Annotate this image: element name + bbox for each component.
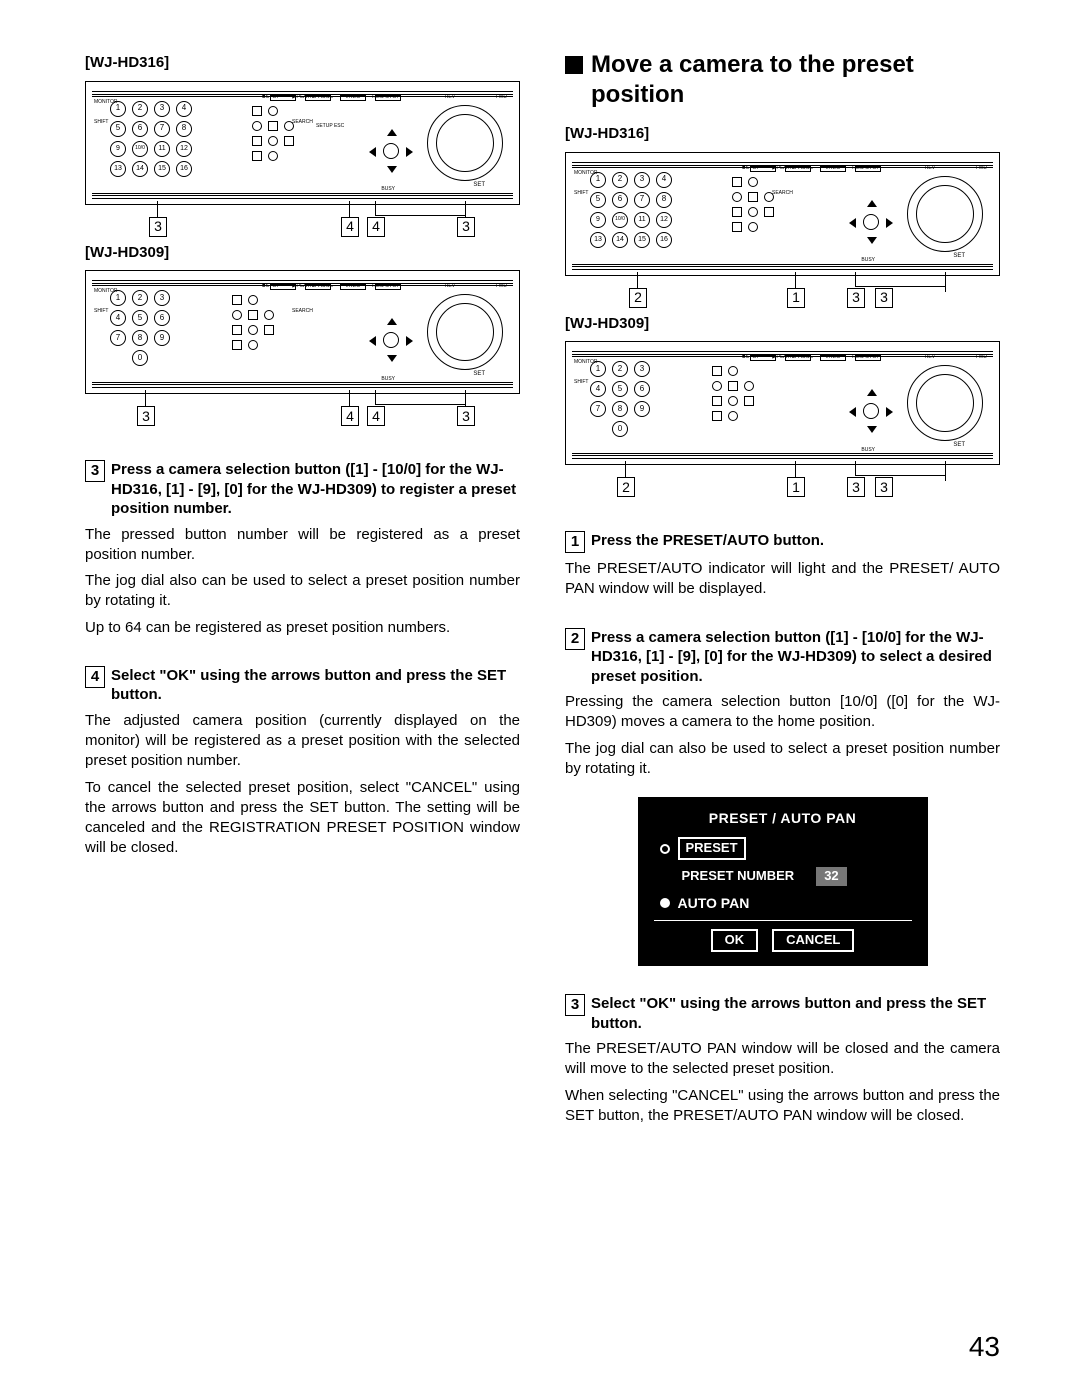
- lbl-set: SET: [473, 182, 485, 190]
- body-text: The jog dial can also be used to select …: [565, 739, 1000, 780]
- step-title: Press a camera selection button ([1] - […: [591, 628, 1000, 687]
- body-text: The PRESET/AUTO PAN window will be close…: [565, 1039, 1000, 1080]
- model-label-316: [WJ-HD316]: [85, 53, 520, 73]
- camera-buttons-309: 123 456 789 0: [110, 290, 170, 366]
- callouts-316-left: 3 4 4 3: [85, 201, 520, 237]
- radio-empty-icon: [660, 844, 670, 854]
- section-heading: Move a camera to the preset position: [565, 50, 1000, 110]
- left-column: [WJ-HD316] ■STOP ▶PLAY/■PAUSE ●REC REC S…: [85, 50, 520, 1126]
- front-panel-316: ■STOP ▶PLAY/■PAUSE ●REC REC STOP MONITOR…: [85, 81, 520, 205]
- osd-preset-number-value: 32: [816, 867, 846, 886]
- step3-right-heading: 3 Select "OK" using the arrows button an…: [565, 994, 1000, 1033]
- step-title: Press a camera selection button ([1] - […: [111, 460, 520, 519]
- step-number: 3: [565, 994, 585, 1016]
- model-label-309-r: [WJ-HD309]: [565, 314, 1000, 334]
- step-title: Select "OK" using the arrows button and …: [591, 994, 1000, 1033]
- step1-right-heading: 1 Press the PRESET/AUTO button.: [565, 531, 1000, 553]
- body-text: The adjusted camera position (currently …: [85, 711, 520, 772]
- body-text: The pressed button number will be regist…: [85, 525, 520, 566]
- lbl-shift: SHIFT: [94, 119, 108, 126]
- lbl-rev: REV: [445, 94, 455, 101]
- step2-right-heading: 2 Press a camera selection button ([1] -…: [565, 628, 1000, 687]
- step-title: Press the PRESET/AUTO button.: [591, 531, 1000, 551]
- osd-preset-number-label: PRESET NUMBER: [682, 868, 795, 885]
- osd-option-preset: PRESET: [660, 837, 912, 860]
- step-number: 1: [565, 531, 585, 553]
- section-title-text: Move a camera to the preset position: [591, 50, 1000, 110]
- mid-icons: [252, 101, 322, 189]
- osd-preset-label: PRESET: [678, 837, 746, 860]
- osd-ok-button: OK: [711, 929, 759, 952]
- front-panel-309: ■STOP ▶PLAY/■PAUSE ●REC REC STOP MONITOR…: [85, 270, 520, 394]
- step-title: Select "OK" using the arrows button and …: [111, 666, 520, 705]
- lbl-busy: BUSY: [381, 186, 395, 193]
- step3-left-heading: 3 Press a camera selection button ([1] -…: [85, 460, 520, 519]
- callouts-316-right: 2 1 3 3: [565, 272, 1000, 308]
- osd-autopan-label: AUTO PAN: [678, 894, 750, 912]
- step-number: 2: [565, 628, 585, 650]
- body-text: Pressing the camera selection button [10…: [565, 692, 1000, 733]
- body-text: The PRESET/AUTO indicator will light and…: [565, 559, 1000, 600]
- osd-window: PRESET / AUTO PAN PRESET PRESET NUMBER 3…: [638, 797, 928, 966]
- osd-option-autopan: AUTO PAN: [660, 894, 912, 912]
- camera-buttons-316: 1234 5678 910/01112 13141516: [110, 101, 192, 177]
- body-text: Up to 64 can be registered as preset pos…: [85, 618, 520, 638]
- osd-cancel-button: CANCEL: [772, 929, 854, 952]
- lbl-search: SEARCH: [292, 119, 313, 126]
- jog-dial: [427, 105, 503, 181]
- step-number: 3: [85, 460, 105, 482]
- model-label-316-r: [WJ-HD316]: [565, 124, 1000, 144]
- radio-filled-icon: [660, 898, 670, 908]
- callouts-309-right: 2 1 3 3: [565, 461, 1000, 497]
- lbl-setup: SETUP ESC: [316, 123, 344, 130]
- osd-buttons: OK CANCEL: [654, 929, 912, 952]
- body-text: To cancel the selected preset position, …: [85, 778, 520, 859]
- osd-preset-number-row: PRESET NUMBER 32: [682, 867, 912, 886]
- step4-left-heading: 4 Select "OK" using the arrows button an…: [85, 666, 520, 705]
- front-panel-316-r: ■STOP ▶PLAY/■PAUSE ●REC REC STOP MONITOR…: [565, 152, 1000, 276]
- body-text: When selecting "CANCEL" using the arrows…: [565, 1086, 1000, 1127]
- osd-title: PRESET / AUTO PAN: [654, 809, 912, 827]
- model-label-309: [WJ-HD309]: [85, 243, 520, 263]
- square-bullet-icon: [565, 56, 583, 74]
- callouts-309-left: 3 4 4 3: [85, 390, 520, 426]
- body-text: The jog dial also can be used to select …: [85, 571, 520, 612]
- page-number: 43: [969, 1329, 1000, 1365]
- right-column: Move a camera to the preset position [WJ…: [565, 50, 1000, 1126]
- arrows-pad: [369, 129, 413, 173]
- step-number: 4: [85, 666, 105, 688]
- front-panel-309-r: ■STOP ▶PLAY/■PAUSE ●REC REC STOP MONITOR…: [565, 341, 1000, 465]
- lbl-fwd: FWD: [496, 94, 507, 101]
